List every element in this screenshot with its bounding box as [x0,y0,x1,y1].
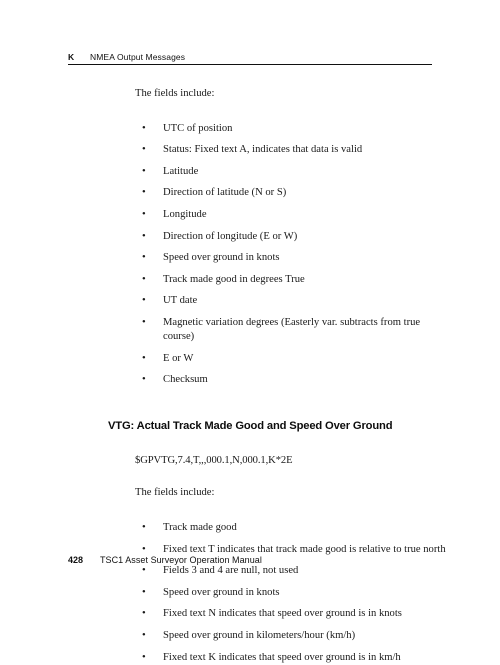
list-item: • UT date [142,287,452,309]
list-item: • Latitude [142,157,452,179]
list-item: • Speed over ground in kilometers/hour (… [142,622,452,644]
page-number: 428 [68,555,84,565]
first-list-lead-in: The fields include: [135,87,215,99]
list-item-label: Speed over ground in knots [163,586,280,598]
section-heading-vtg: VTG: Actual Track Made Good and Speed Ov… [108,419,393,432]
list-item: • Fixed text N indicates that speed over… [142,600,452,622]
list-item: • Fixed text T indicates that track made… [142,535,452,557]
running-footer: 428 TSC1 Asset Surveyor Operation Manual [68,555,448,565]
bullet-icon: • [142,629,146,641]
nmea-sentence-example: $GPVTG,7.4,T,,,000.1,N,000.1,K*2E [135,455,293,467]
list-item-label: Magnetic variation degrees (Easterly var… [163,316,421,343]
list-item-label: Fixed text K indicates that speed over g… [163,651,401,663]
list-item: • Direction of latitude (N or S) [142,179,452,201]
list-item-label: Direction of latitude (N or S) [163,187,287,199]
list-item: • Track made good [142,514,452,536]
list-item: • Direction of longitude (E or W) [142,222,452,244]
list-item-label: UT date [163,295,198,307]
running-header: K NMEA Output Messages [68,44,432,65]
list-item: • UTC of position [142,114,452,136]
bullet-icon: • [142,316,146,328]
list-item: • Magnetic variation degrees (Easterly v… [142,309,452,345]
bullet-icon: • [142,230,146,242]
list-item: • E or W [142,344,452,366]
bullet-icon: • [142,295,146,307]
list-item-label: Checksum [163,374,208,386]
appendix-letter: K [68,51,75,62]
list-item-label: Speed over ground in knots [163,252,280,264]
list-item-label: UTC of position [163,122,233,134]
document-page: K NMEA Output Messages The fields includ… [0,0,500,663]
section-list-lead-in: The fields include: [135,486,215,498]
list-item-label: Status: Fixed text A, indicates that dat… [163,144,363,156]
list-item-label: Fields 3 and 4 are null, not used [163,565,299,577]
bullet-icon: • [142,374,146,386]
list-item: • Longitude [142,201,452,223]
list-item: • Speed over ground in knots [142,578,452,600]
bullet-icon: • [142,608,146,620]
list-item-label: Track made good in degrees True [163,273,305,285]
bullet-icon: • [142,187,146,199]
bullet-icon: • [142,165,146,177]
bullet-icon: • [142,565,146,577]
list-item: • Speed over ground in knots [142,244,452,266]
list-item-label: E or W [163,352,194,364]
list-item: • Track made good in degrees True [142,265,452,287]
list-item-label: Speed over ground in kilometers/hour (km… [163,629,356,641]
bullet-icon: • [142,586,146,598]
list-item-label: Latitude [163,165,199,177]
list-item-label: Track made good [163,521,237,533]
page-content: The fields include: • UTC of position • … [0,72,500,665]
list-item: • Checksum [142,366,452,388]
list-item-label: Direction of longitude (E or W) [163,230,298,242]
bullet-icon: • [142,252,146,264]
list-item: • Status: Fixed text A, indicates that d… [142,136,452,158]
header-title: NMEA Output Messages [90,51,186,62]
list-item: • Fixed text K indicates that speed over… [142,643,452,665]
bullet-icon: • [142,651,146,663]
section-bullet-list: • Track made good • Fixed text T indicat… [0,514,500,665]
bullet-icon: • [142,122,146,134]
bullet-icon: • [142,273,146,285]
list-item-label: Fixed text T indicates that track made g… [163,543,446,555]
bullet-icon: • [142,521,146,533]
footer-manual-title: TSC1 Asset Surveyor Operation Manual [100,555,262,565]
bullet-icon: • [142,144,146,156]
list-item-label: Fixed text N indicates that speed over g… [163,608,402,620]
first-bullet-list: • UTC of position • Status: Fixed text A… [0,114,500,387]
bullet-icon: • [142,208,146,220]
bullet-icon: • [142,352,146,364]
list-item-label: Longitude [163,208,207,220]
